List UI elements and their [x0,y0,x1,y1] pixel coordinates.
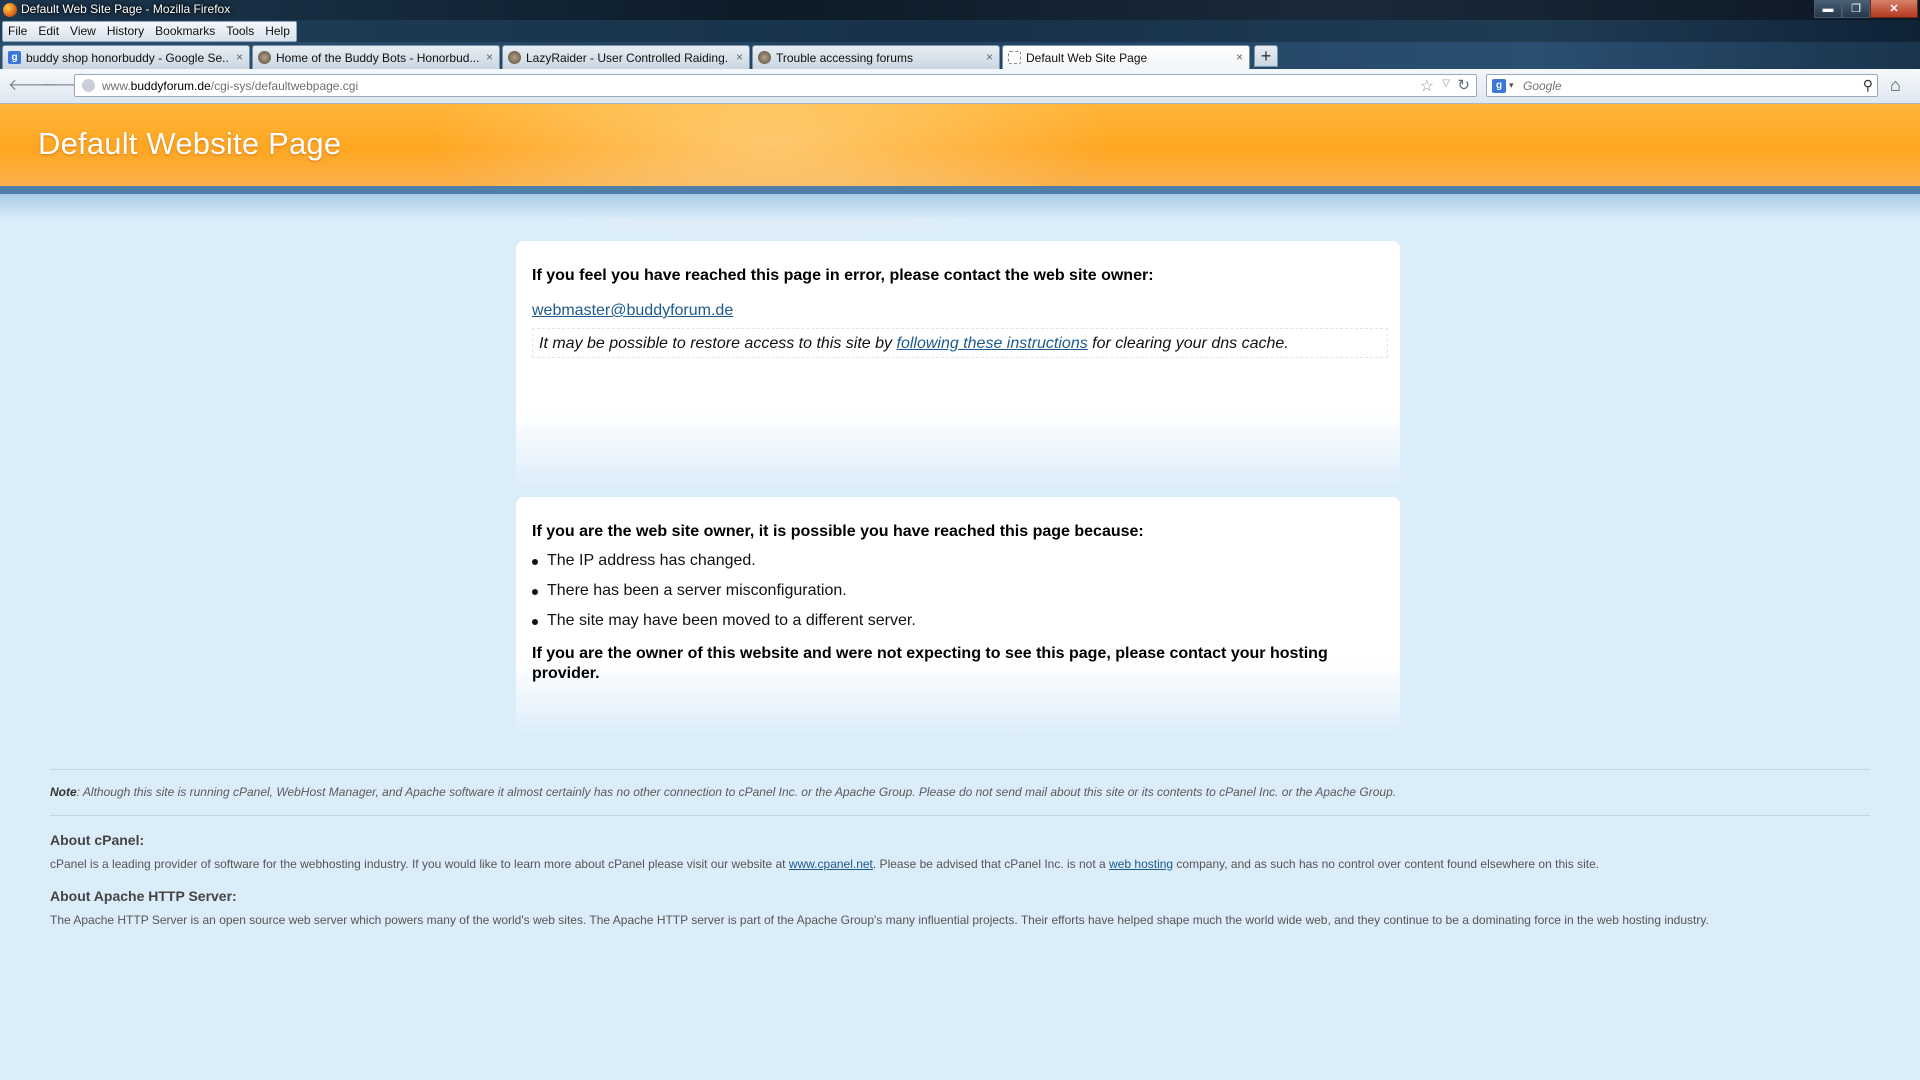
url-text[interactable]: www.buddyforum.de/cgi-sys/defaultwebpage… [102,79,358,93]
dns-cache-notice: It may be possible to restore access to … [532,328,1388,358]
tab-label: Home of the Buddy Bots - Honorbud... [276,51,479,65]
honorbuddy-icon [508,51,521,64]
site-identity-icon[interactable] [82,79,95,92]
tab-default-web-site-page[interactable]: Default Web Site Page × [1002,45,1250,70]
page-title: Default Website Page [38,126,342,161]
tab-label: Default Web Site Page [1026,51,1148,65]
search-engine-dropdown-icon[interactable]: ▾ [1509,80,1514,91]
tab-label: LazyRaider - User Controlled Raiding... [526,51,729,65]
hosting-provider-notice: If you are the owner of this website and… [532,645,1328,682]
tab-close-icon[interactable]: × [486,50,493,64]
divider [50,815,1870,816]
webmaster-email-link[interactable]: webmaster@buddyforum.de [532,302,733,320]
list-item: The site may have been moved to a differ… [532,612,916,642]
navigation-bar: 🡐 🡒 www.buddyforum.de/cgi-sys/defaultweb… [0,69,1920,104]
google-icon: g [8,51,21,64]
bookmark-star-icon[interactable]: ☆ [1420,76,1434,96]
search-icon[interactable]: ⚲ [1863,77,1873,94]
tab-label: Trouble accessing forums [776,51,913,65]
reasons-list: The IP address has changed. There has be… [532,552,916,642]
cpanel-text-middle: . Please be advised that cPanel Inc. is … [872,857,1110,871]
menu-list: File Edit View History Bookmarks Tools H… [2,21,297,42]
page-banner: Default Website Page [0,104,1920,244]
tab-close-icon[interactable]: × [986,50,993,64]
close-window-button[interactable]: ✕ [1870,0,1918,18]
tab-google-search[interactable]: g buddy shop honorbuddy - Google Se... × [2,45,250,69]
web-hosting-link[interactable]: web hosting [1109,857,1173,871]
menu-history[interactable]: History [102,22,150,41]
tab-close-icon[interactable]: × [236,50,243,64]
about-cpanel-text: cPanel is a leading provider of software… [50,857,1599,871]
menu-bookmarks[interactable]: Bookmarks [150,22,221,41]
window-title: Default Web Site Page - Mozilla Firefox [21,2,231,16]
tab-strip: g buddy shop honorbuddy - Google Se... ×… [0,42,1920,70]
error-heading: If you feel you have reached this page i… [532,267,1154,284]
about-apache-heading: About Apache HTTP Server: [50,888,237,904]
history-dropdown-icon[interactable]: ▽ [1442,78,1450,89]
forward-button[interactable]: 🡒 [42,76,85,96]
new-tab-button[interactable]: + [1254,45,1278,67]
search-input[interactable] [1523,78,1843,94]
menu-tools[interactable]: Tools [221,22,260,41]
dns-instructions-link[interactable]: following these instructions [897,335,1088,352]
list-item: There has been a server misconfiguration… [532,582,916,612]
dns-text-before: It may be possible to restore access to … [539,335,897,352]
url-domain: buddyforum.de [130,79,211,93]
firefox-logo-icon [3,3,17,17]
about-apache-text: The Apache HTTP Server is an open source… [50,913,1709,927]
minimize-button[interactable]: ▬ [1814,0,1842,18]
menu-file[interactable]: File [3,22,33,41]
google-search-engine-icon[interactable]: g [1492,79,1506,93]
menu-help[interactable]: Help [260,22,296,41]
cpanel-text-before: cPanel is a leading provider of software… [50,857,789,871]
tab-close-icon[interactable]: × [736,50,743,64]
window-controls: ▬ ❐ ✕ [1814,0,1918,18]
divider [50,769,1870,770]
title-bar: Default Web Site Page - Mozilla Firefox … [0,0,1920,20]
reload-icon[interactable]: ↻ [1457,76,1470,94]
note-label: Note [50,785,77,799]
dns-text-after: for clearing your dns cache. [1087,335,1289,352]
menu-bar: File Edit View History Bookmarks Tools H… [0,20,1920,42]
cpanel-website-link[interactable]: www.cpanel.net [789,857,873,871]
maximize-button[interactable]: ❐ [1842,0,1870,18]
owner-reasons-box: If you are the web site owner, it is pos… [516,497,1400,733]
tab-trouble-accessing-forums[interactable]: Trouble accessing forums × [752,45,1000,69]
back-button[interactable]: 🡐 [8,76,51,96]
about-cpanel-heading: About cPanel: [50,832,145,848]
tab-buddy-bots[interactable]: Home of the Buddy Bots - Honorbud... × [252,45,500,69]
note-text: : Although this site is running cPanel, … [76,785,1397,799]
url-bar[interactable]: www.buddyforum.de/cgi-sys/defaultwebpage… [74,74,1477,97]
url-path: /cgi-sys/defaultwebpage.cgi [210,79,359,93]
banner-decoration [420,104,1120,244]
banner-shadow [0,194,1920,220]
menu-view[interactable]: View [65,22,102,41]
tab-close-icon[interactable]: × [1236,50,1243,64]
error-contact-box: If you feel you have reached this page i… [516,241,1400,487]
menu-edit[interactable]: Edit [33,22,65,41]
list-item: The IP address has changed. [532,552,916,582]
search-bar[interactable]: g ▾ ⚲ [1486,74,1878,97]
page-content: Default Website Page If you feel you hav… [0,104,1920,1080]
honorbuddy-icon [758,51,771,64]
tab-lazyraider[interactable]: LazyRaider - User Controlled Raiding... … [502,45,750,69]
url-prefix: www. [102,79,131,93]
home-icon[interactable]: ⌂ [1890,75,1901,96]
blank-page-icon [1008,51,1021,64]
tab-label: buddy shop honorbuddy - Google Se... [26,51,229,65]
disclaimer-note: Note: Although this site is running cPan… [50,785,1396,799]
honorbuddy-icon [258,51,271,64]
banner-divider [0,186,1920,194]
owner-heading: If you are the web site owner, it is pos… [532,523,1144,540]
cpanel-text-after: company, and as such has no control over… [1173,857,1600,871]
